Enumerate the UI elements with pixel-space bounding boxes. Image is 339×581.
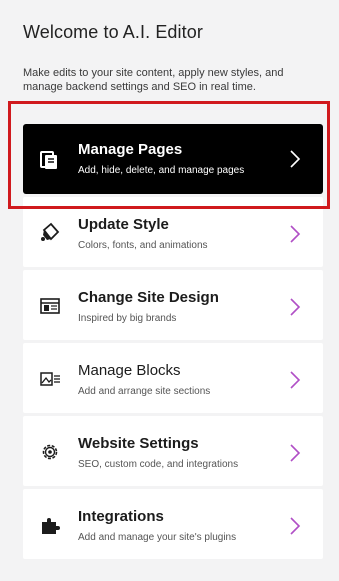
menu-item-label: Update Style xyxy=(78,216,169,233)
menu-item-description: SEO, custom code, and integrations xyxy=(78,459,239,470)
chevron-right-icon xyxy=(290,298,301,316)
blocks-icon xyxy=(40,372,60,386)
menu-item-label: Manage Blocks xyxy=(78,362,181,379)
chevron-right-icon xyxy=(290,225,301,243)
paint-bucket-icon xyxy=(41,222,60,241)
layout-icon xyxy=(40,298,60,314)
panel-intro: Make edits to your site content, apply n… xyxy=(23,67,284,93)
menu-item-description: Inspired by big brands xyxy=(78,313,177,324)
menu-item-label: Manage Pages xyxy=(78,141,183,158)
gear-icon xyxy=(42,444,58,460)
chevron-right-icon xyxy=(290,444,301,462)
menu-item-manage-pages[interactable]: Manage Pages Add, hide, delete, and mana… xyxy=(23,124,323,194)
menu-item-label: Change Site Design xyxy=(78,289,219,306)
chevron-right-icon xyxy=(290,517,301,535)
menu-item-description: Add, hide, delete, and manage pages xyxy=(78,165,245,176)
menu-item-manage-blocks[interactable]: Manage Blocks Add and arrange site secti… xyxy=(23,343,323,413)
chevron-right-icon xyxy=(290,371,301,389)
menu-item-website-settings[interactable]: Website Settings SEO, custom code, and i… xyxy=(23,416,323,486)
puzzle-icon xyxy=(42,518,60,534)
pages-icon xyxy=(40,151,57,169)
chevron-right-icon xyxy=(290,150,301,168)
menu-item-change-site-design[interactable]: Change Site Design Inspired by big brand… xyxy=(23,270,323,340)
menu-item-description: Colors, fonts, and animations xyxy=(78,240,208,251)
menu-item-integrations[interactable]: Integrations Add and manage your site's … xyxy=(23,489,323,559)
menu-item-label: Website Settings xyxy=(78,435,199,452)
menu-item-label: Integrations xyxy=(78,508,164,525)
editor-panel: Welcome to A.I. Editor Make edits to you… xyxy=(0,0,339,581)
menu-item-update-style[interactable]: Update Style Colors, fonts, and animatio… xyxy=(23,197,323,267)
menu-item-description: Add and manage your site's plugins xyxy=(78,532,237,543)
panel-title: Welcome to A.I. Editor xyxy=(23,22,203,42)
menu-item-description: Add and arrange site sections xyxy=(78,386,211,397)
